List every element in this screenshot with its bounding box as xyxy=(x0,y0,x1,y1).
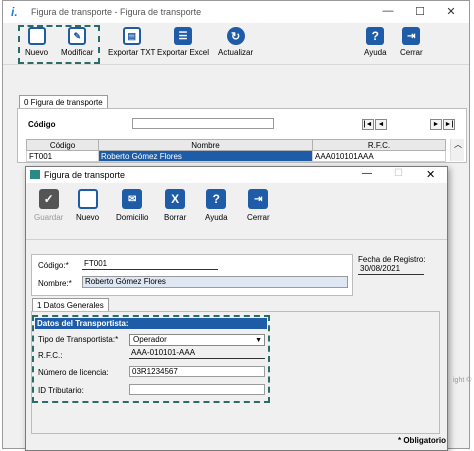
dialog-cerrar-label: Cerrar xyxy=(247,213,270,222)
dialog-minimize-button[interactable]: — xyxy=(362,168,372,179)
fecha-registro-field[interactable]: 30/08/2021 xyxy=(358,264,424,275)
window-titlebar: i. Figura de transporte - Figura de tran… xyxy=(3,1,469,23)
nombre-field[interactable]: Roberto Gómez Flores xyxy=(82,276,348,288)
cerrar-label: Cerrar xyxy=(400,48,423,57)
borrar-label: Borrar xyxy=(164,213,187,222)
tab-figura-label: 0 Figura de transporte xyxy=(24,98,103,107)
fecha-registro-label: Fecha de Registro: xyxy=(358,255,426,264)
minimize-button[interactable]: — xyxy=(378,5,398,17)
codigo-search-label: Código xyxy=(28,120,56,129)
transportista-highlight xyxy=(32,315,270,403)
col-codigo[interactable]: Código xyxy=(26,139,99,151)
window-title: Figura de transporte - Figura de transpo… xyxy=(31,7,202,17)
refresh-icon: ↻ xyxy=(226,27,245,45)
dialog-nuevo-button[interactable]: Nuevo xyxy=(76,189,99,222)
col-nombre[interactable]: Nombre xyxy=(98,139,313,151)
new-document-icon xyxy=(77,189,98,209)
tab-figura-de-transporte[interactable]: 0 Figura de transporte xyxy=(19,95,108,109)
dialog-close-button[interactable]: ✕ xyxy=(426,168,435,181)
tab-datos-label: 1 Datos Generales xyxy=(37,301,104,310)
toolbar-divider xyxy=(26,239,447,240)
codigo-field[interactable]: FT001 xyxy=(82,259,218,270)
help-icon: ? xyxy=(366,27,385,45)
export-excel-icon: ☰ xyxy=(174,27,193,45)
borrar-button[interactable]: X Borrar xyxy=(164,189,186,222)
dialog-title: Figura de transporte xyxy=(44,170,126,180)
obligatorio-note: * Obligatorio xyxy=(398,436,446,445)
guardar-button[interactable]: ✓ Guardar xyxy=(34,189,63,222)
dialog-maximize-button[interactable]: ☐ xyxy=(394,168,403,179)
cell-rfc[interactable]: AAA010101AAA xyxy=(312,150,446,162)
domicilio-button[interactable]: ✉ Domicilio xyxy=(116,189,148,222)
exportar-txt-label: Exportar TXT xyxy=(108,48,156,57)
nav-next-button[interactable]: ► xyxy=(430,119,442,130)
col-rfc[interactable]: R.F.C. xyxy=(312,139,446,151)
maximize-button[interactable]: ☐ xyxy=(410,5,430,18)
exit-icon: ⇥ xyxy=(248,189,269,209)
transport-grid: Código Nombre R.F.C. FT001 Roberto Gómez… xyxy=(26,139,446,162)
header-panel: Código:* FT001 Nombre:* Roberto Gómez Fl… xyxy=(31,254,353,296)
save-check-icon: ✓ xyxy=(38,189,59,209)
exit-icon: ⇥ xyxy=(402,27,421,45)
ayuda-button[interactable]: ? Ayuda xyxy=(364,27,387,57)
dialog-nuevo-label: Nuevo xyxy=(76,213,100,222)
nav-prev-button[interactable]: ◄ xyxy=(375,119,387,130)
nombre-label: Nombre:* xyxy=(38,279,72,288)
tab-datos-generales[interactable]: 1 Datos Generales xyxy=(32,298,109,312)
figura-dialog: Figura de transporte — ☐ ✕ ✓ Guardar Nue… xyxy=(25,166,448,451)
delete-x-icon: X xyxy=(165,189,186,209)
address-book-icon: ✉ xyxy=(122,189,143,209)
dialog-ayuda-button[interactable]: ? Ayuda xyxy=(205,189,228,222)
exportar-excel-label: Exportar Excel xyxy=(157,48,210,57)
domicilio-label: Domicilio xyxy=(116,213,149,222)
grid-scrollbar[interactable]: ︿ xyxy=(450,139,464,161)
background-copyright-fragment: ight © xyxy=(453,377,472,384)
grid-header-row: Código Nombre R.F.C. xyxy=(26,139,446,151)
list-panel: Código |◄ ◄ ► ►| Código Nombre R.F.C. FT… xyxy=(17,108,467,163)
dialog-ayuda-label: Ayuda xyxy=(205,213,228,222)
ayuda-label: Ayuda xyxy=(364,48,387,57)
exportar-txt-button[interactable]: ▤ Exportar TXT xyxy=(108,27,155,57)
cerrar-button[interactable]: ⇥ Cerrar xyxy=(400,27,423,57)
actualizar-button[interactable]: ↻ Actualizar xyxy=(218,27,253,57)
nav-last-button[interactable]: ►| xyxy=(443,119,455,130)
actualizar-label: Actualizar xyxy=(218,48,254,57)
dialog-titlebar: Figura de transporte — ☐ ✕ xyxy=(26,167,447,183)
close-button[interactable]: ✕ xyxy=(441,5,461,18)
dialog-app-icon xyxy=(30,170,40,179)
export-txt-icon: ▤ xyxy=(122,27,141,45)
guardar-label: Guardar xyxy=(34,213,64,222)
new-modify-highlight xyxy=(18,25,100,64)
nav-first-button[interactable]: |◄ xyxy=(362,119,374,130)
codigo-search-input[interactable] xyxy=(132,118,274,129)
cell-codigo[interactable]: FT001 xyxy=(26,150,99,162)
help-icon: ? xyxy=(206,189,227,209)
table-row[interactable]: FT001 Roberto Gómez Flores AAA010101AAA xyxy=(26,150,446,162)
app-icon: i. xyxy=(11,5,18,19)
exportar-excel-button[interactable]: ☰ Exportar Excel xyxy=(157,27,209,57)
cell-nombre[interactable]: Roberto Gómez Flores xyxy=(98,150,313,162)
scroll-up-icon[interactable]: ︿ xyxy=(454,139,462,150)
dialog-cerrar-button[interactable]: ⇥ Cerrar xyxy=(247,189,270,222)
codigo-label: Código:* xyxy=(38,261,69,270)
